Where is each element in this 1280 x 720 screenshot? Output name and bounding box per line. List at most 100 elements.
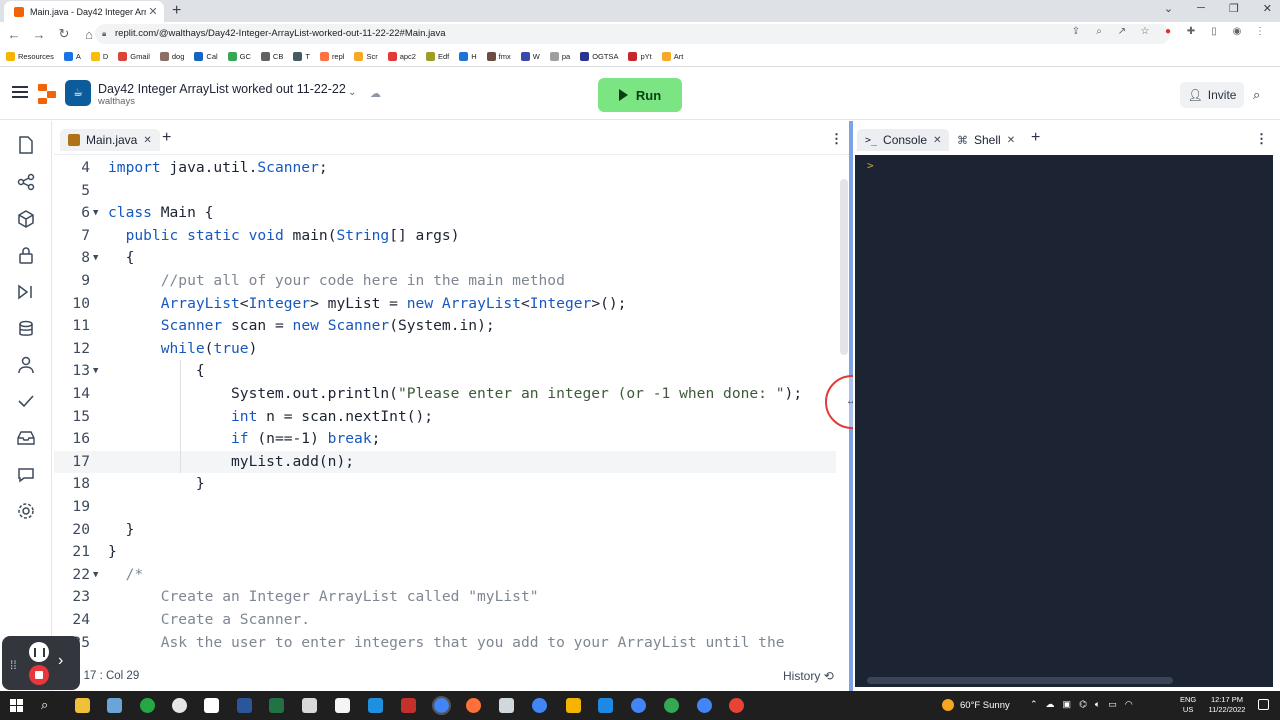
input-language[interactable]: ENG US: [1180, 695, 1196, 715]
chat-icon[interactable]: [16, 465, 36, 485]
code-line[interactable]: 25 Ask the user to enter integers that y…: [54, 632, 836, 654]
replit-logo-icon[interactable]: [38, 84, 56, 104]
bookmark-item[interactable]: pYt: [628, 51, 652, 61]
code-line[interactable]: 16 if (n==-1) break;: [54, 428, 836, 450]
add-tab-button[interactable]: +: [1031, 129, 1040, 147]
share-page-icon[interactable]: ↗: [1116, 26, 1128, 38]
bookmark-item[interactable]: GC: [227, 51, 251, 61]
calculator-icon[interactable]: [499, 698, 514, 713]
bookmark-item[interactable]: Gmail: [118, 51, 150, 61]
volume-icon[interactable]: 🔈︎: [1095, 699, 1100, 710]
close-tab-icon[interactable]: ✕: [146, 5, 160, 18]
code-line[interactable]: 20 }: [54, 519, 836, 541]
project-owner[interactable]: walthays: [98, 96, 135, 107]
run-button[interactable]: Run: [598, 78, 682, 112]
code-line[interactable]: 18 }: [54, 473, 836, 495]
files-icon[interactable]: [16, 135, 36, 155]
app-icon-g[interactable]: [204, 698, 219, 713]
code-line[interactable]: 19: [54, 496, 836, 518]
minimize-icon[interactable]: ─: [1197, 2, 1205, 15]
bookmark-item[interactable]: repl: [319, 51, 344, 61]
settings-gear-icon[interactable]: [16, 501, 36, 521]
back-arrow-icon[interactable]: ←: [3, 27, 25, 42]
tab-main-java[interactable]: Main.java ✕: [60, 129, 160, 151]
code-line[interactable]: 12 while(true): [54, 338, 836, 360]
add-tab-button[interactable]: +: [162, 129, 171, 147]
code-line[interactable]: 24 Create a Scanner.: [54, 609, 836, 631]
inbox-icon[interactable]: [16, 428, 36, 448]
taskbar-clock[interactable]: 12:17 PM 11/22/2022: [1204, 695, 1250, 715]
sidepanel-icon[interactable]: ▯: [1208, 26, 1220, 38]
editor-scrollbar[interactable]: [840, 179, 848, 355]
fold-arrow-icon[interactable]: ▼: [93, 202, 98, 224]
close-tab-icon[interactable]: ✕: [1007, 135, 1015, 146]
user-icon[interactable]: [16, 355, 36, 375]
firefox-icon[interactable]: [466, 698, 481, 713]
secrets-lock-icon[interactable]: [16, 245, 36, 265]
search-icon[interactable]: ⌕: [1253, 87, 1260, 103]
app-icon-7[interactable]: [598, 698, 613, 713]
console-terminal[interactable]: >: [855, 155, 1273, 687]
project-title[interactable]: Day42 Integer ArrayList worked out 11-22…: [98, 82, 346, 96]
bookmark-item[interactable]: Art: [661, 51, 683, 61]
bookmark-item[interactable]: Cal: [194, 51, 218, 61]
bookmark-item[interactable]: pa: [549, 51, 570, 61]
file-explorer-icon[interactable]: [75, 698, 90, 713]
bookmark-item[interactable]: CB: [260, 51, 283, 61]
chrome-icon[interactable]: [631, 698, 646, 713]
bookmark-item[interactable]: apc2: [387, 51, 416, 61]
bookmark-star-icon[interactable]: ☆: [1139, 26, 1151, 38]
browser-menu-icon[interactable]: ⋮: [1254, 26, 1266, 38]
bookmark-item[interactable]: D: [90, 51, 108, 61]
chrome-icon[interactable]: [729, 698, 744, 713]
code-line[interactable]: 23 Create an Integer ArrayList called "m…: [54, 586, 836, 608]
close-tab-icon[interactable]: ✕: [933, 135, 941, 146]
code-line[interactable]: 13 ▼ {: [54, 360, 836, 382]
wifi-icon[interactable]: ◠: [1125, 699, 1133, 710]
weather-widget[interactable]: 60°F Sunny: [942, 699, 1010, 711]
word-icon[interactable]: [237, 698, 252, 713]
code-line[interactable]: 22 ▼ /*: [54, 564, 836, 586]
fold-arrow-icon[interactable]: ▼: [93, 360, 98, 382]
pause-recording-button[interactable]: [29, 642, 49, 662]
chevron-right-icon[interactable]: ›: [58, 652, 63, 670]
chrome-icon[interactable]: [664, 698, 679, 713]
app-icon-5[interactable]: [368, 698, 383, 713]
zoom-icon[interactable]: ⌕: [1093, 26, 1105, 38]
code-line[interactable]: 17 myList.add(n);: [54, 450, 836, 473]
close-window-icon[interactable]: ✕: [1263, 2, 1272, 15]
app-icon-4[interactable]: [335, 698, 350, 713]
invite-button[interactable]: 👤︎ Invite: [1180, 82, 1244, 108]
stop-recording-button[interactable]: [29, 665, 49, 685]
code-line[interactable]: 15 int n = scan.nextInt();: [54, 406, 836, 428]
database-icon[interactable]: [16, 319, 36, 339]
app-icon-3[interactable]: [302, 698, 317, 713]
code-line[interactable]: 8 ▼ {: [54, 247, 836, 269]
tray-chevron-icon[interactable]: ⌃: [1030, 699, 1038, 710]
chevron-down-icon[interactable]: ⌄: [348, 87, 356, 98]
bookmark-item[interactable]: H: [459, 51, 477, 61]
app-icon-2[interactable]: [140, 698, 155, 713]
taskbar-search-icon[interactable]: ⌕: [41, 697, 48, 713]
bookmark-item[interactable]: W: [520, 51, 540, 61]
browser-tab-main-java[interactable]: Main.java - Day42 Integer ArrayL... ✕: [4, 1, 164, 22]
checkmark-icon[interactable]: [16, 391, 36, 411]
windows-start-icon[interactable]: [10, 699, 23, 712]
debugger-icon[interactable]: [16, 282, 36, 302]
code-line[interactable]: 7 public static void main(String[] args): [54, 225, 836, 247]
app-icon-6[interactable]: [566, 698, 581, 713]
code-line[interactable]: 11 Scanner scan = new Scanner(System.in)…: [54, 315, 836, 337]
network-icon[interactable]: ⌬: [1079, 699, 1087, 710]
battery-icon[interactable]: ▭: [1108, 699, 1117, 710]
bookmark-item[interactable]: Scr: [354, 51, 378, 61]
puzzle-icon[interactable]: ✚: [1185, 26, 1197, 38]
history-button[interactable]: History ⟲: [783, 669, 834, 683]
new-tab-button[interactable]: +: [172, 2, 181, 20]
chrome-icon[interactable]: [432, 696, 451, 715]
filezilla-icon[interactable]: [401, 698, 416, 713]
fold-arrow-icon[interactable]: ▼: [93, 247, 98, 269]
tab-shell[interactable]: ⌘ Shell ✕: [949, 129, 1023, 151]
profile-avatar-icon[interactable]: ◉: [1231, 26, 1243, 38]
code-line[interactable]: 14 System.out.println("Please enter an i…: [54, 383, 836, 405]
code-line[interactable]: 10 ArrayList<Integer> myList = new Array…: [54, 293, 836, 315]
